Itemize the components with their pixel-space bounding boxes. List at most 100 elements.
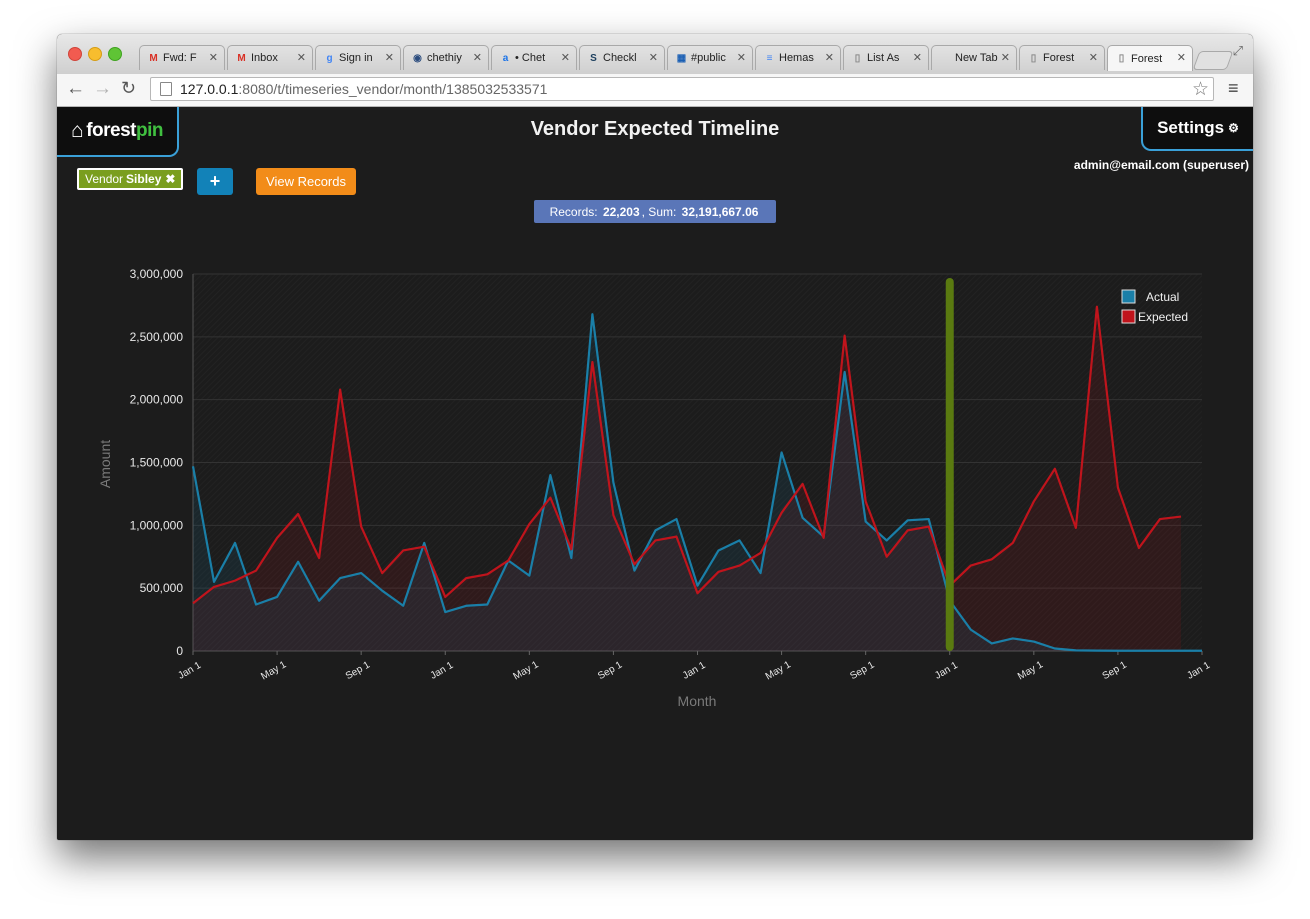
x-tick-label: May 1 [512,659,541,682]
y-tick-label: 0 [176,644,183,658]
close-tab-icon[interactable]: ✕ [825,51,834,64]
browser-tab[interactable]: M Fwd: F ✕ [139,45,225,70]
tab-title: • Chet [515,52,546,64]
close-tab-icon[interactable]: ✕ [561,51,570,64]
back-arrow-icon[interactable]: ← [66,78,85,100]
minimize-window-button[interactable] [88,47,102,61]
x-tick-label: Jan 1 [933,660,960,682]
timeline-chart: 0 500,000 1,000,000 1,500,000 2,000,000 2,500… [97,267,1212,709]
tab-title: #public [691,52,726,64]
browser-tab[interactable]: M Inbox ✕ [227,45,313,70]
sum-label: , Sum: [641,204,677,219]
fullscreen-icon[interactable]: ⤢ [1233,43,1243,59]
browser-tab[interactable]: ▯ List As ✕ [843,45,929,70]
zoom-window-button[interactable] [108,47,122,61]
tab-favicon-icon: ▯ [854,52,861,64]
x-tick-label: Jan 1 [681,660,708,682]
new-tab-button[interactable] [1192,51,1234,70]
close-tab-icon[interactable]: ✕ [649,51,658,64]
tab-favicon-icon: ≡ [766,52,773,64]
browser-tab[interactable]: ≡ Hemas ✕ [755,45,841,70]
browser-tab[interactable]: ▯ Forest ✕ [1019,45,1105,70]
app-header: ⌂ forest pin Vendor Expected Timeline Sett… [57,107,1253,157]
x-tick-label: May 1 [1016,659,1045,682]
browser-tab[interactable]: ▯ Forest ✕ [1107,45,1193,71]
y-tick-label: 2,000,000 [130,393,184,407]
reload-icon[interactable]: ↻ [121,78,136,99]
tab-favicon-icon: M [237,52,246,64]
view-records-button[interactable]: View Records [256,168,356,195]
tab-favicon-icon: S [590,52,597,64]
url-path: :8080/t/timeseries_vendor/month/13850325… [238,81,548,97]
browser-tab[interactable]: New Tab ✕ [931,45,1017,70]
remove-filter-icon[interactable]: ✖ [165,172,175,186]
legend-label: Actual [1146,290,1179,304]
add-filter-button[interactable]: + [197,168,233,195]
x-tick-label: Sep 1 [596,659,625,682]
marker-bar[interactable] [945,278,954,651]
vendor-filter-chip[interactable]: Vendor Sibley ✖ [77,168,184,190]
y-axis-title: Amount [97,440,113,488]
close-tab-icon[interactable]: ✕ [209,51,218,64]
legend-swatch-expected [1121,309,1136,324]
y-axis: 0 500,000 1,000,000 1,500,000 2,000,000 2,500… [130,267,194,658]
close-tab-icon[interactable]: ✕ [737,51,746,64]
close-tab-icon[interactable]: ✕ [297,51,306,64]
x-tick-label: Sep 1 [848,659,877,682]
tab-favicon-icon: M [149,52,158,64]
vendor-name: Sibley [126,172,162,186]
x-axis: Jan 1 May 1 Sep 1 Jan 1 May 1 Sep 1 Jan 1 May 1… [176,650,1212,682]
browser-tab[interactable]: ▦ #public ✕ [667,45,753,70]
browser-tab[interactable]: ◉ chethiy ✕ [403,45,489,70]
tab-favicon-icon: g [326,52,333,64]
browser-window: M Fwd: F ✕ M Inbox ✕ g Sign in ✕ ◉ chethiy ✕ a • Chet… [57,34,1253,840]
settings-button[interactable]: Settings ⚙ [1141,107,1253,151]
menu-icon[interactable]: ≡ [1228,78,1239,99]
tab-title: Fwd: F [163,52,197,64]
tab-favicon-icon: a [502,52,509,64]
tab-title: Hemas [779,52,814,64]
vendor-prefix: Vendor [85,172,124,186]
page-title: Vendor Expected Timeline [530,118,780,140]
tab-title: Sign in [339,52,373,64]
y-tick-label: 1,500,000 [130,456,184,470]
close-tab-icon[interactable]: ✕ [1177,51,1186,64]
records-label: Records: [549,204,598,219]
close-tab-icon[interactable]: ✕ [385,51,394,64]
tab-title: Inbox [251,52,278,64]
x-tick-label: May 1 [259,659,288,682]
x-tick-label: May 1 [764,659,793,682]
browser-tab[interactable]: a • Chet ✕ [491,45,577,70]
bookmark-star-icon[interactable]: ☆ [1192,78,1209,101]
address-bar[interactable]: 127.0.0.1:8080/t/timeseries_vendor/month… [150,77,1214,101]
records-value: 22,203 [602,204,640,219]
tab-strip: M Fwd: F ✕ M Inbox ✕ g Sign in ✕ ◉ chethiy ✕ a • Chet… [57,34,1253,74]
legend-swatch-actual [1121,289,1136,304]
close-tab-icon[interactable]: ✕ [1089,51,1098,64]
current-date-marker[interactable] [945,278,954,651]
gear-icon: ⚙ [1228,121,1239,135]
close-window-button[interactable] [68,47,82,61]
legend-label: Expected [1138,310,1188,324]
close-tab-icon[interactable]: ✕ [1001,51,1010,64]
forward-arrow-icon[interactable]: → [93,78,112,100]
sum-value: 32,191,667.06 [681,204,759,219]
tab-title: Forest [1043,52,1075,64]
close-tab-icon[interactable]: ✕ [473,51,482,64]
close-tab-icon[interactable]: ✕ [913,51,922,64]
y-tick-label: 2,500,000 [130,330,184,344]
tab-favicon-icon: ▦ [676,52,687,64]
browser-tab[interactable]: S Checkl ✕ [579,45,665,70]
tab-title: chethiy [427,52,462,64]
tab-favicon-icon: ◉ [413,52,422,64]
y-tick-label: 3,000,000 [130,267,184,281]
x-tick-label: Sep 1 [344,659,373,682]
browser-tab[interactable]: g Sign in ✕ [315,45,401,70]
page-icon [160,82,172,96]
x-tick-label: Jan 1 [429,660,456,682]
settings-label: Settings [1157,118,1225,137]
x-tick-label: Sep 1 [1101,659,1130,682]
y-tick-label: 1,000,000 [130,518,184,532]
y-tick-label: 500,000 [140,581,184,595]
tab-favicon-icon: ▯ [1030,52,1037,64]
